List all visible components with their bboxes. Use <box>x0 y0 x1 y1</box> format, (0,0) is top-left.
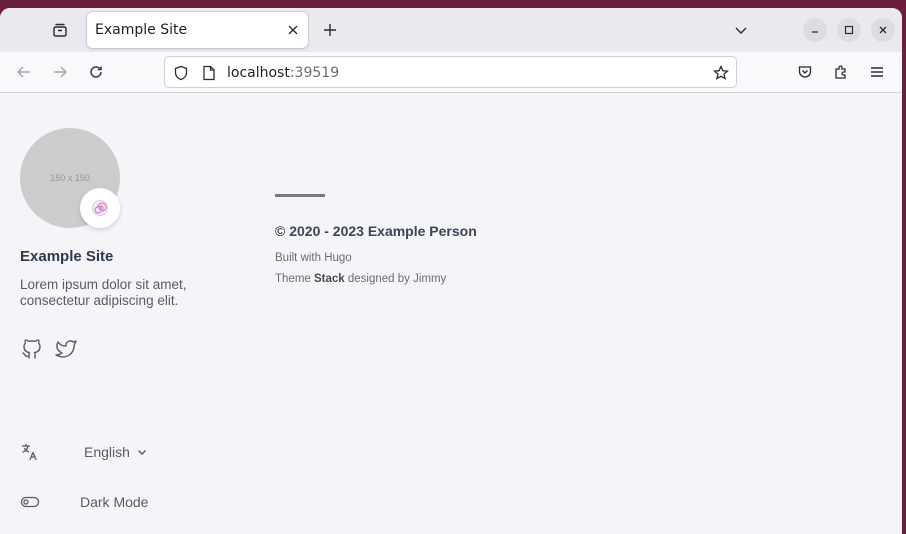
avatar-placeholder-text: 150 x 150 <box>50 173 90 183</box>
site-description: Lorem ipsum dolor sit amet, consectetur … <box>20 277 187 308</box>
dark-mode-label: Dark Mode <box>80 494 149 510</box>
maximize-button[interactable] <box>837 18 861 42</box>
github-icon[interactable] <box>20 337 46 363</box>
theme-suffix: designed by Jimmy <box>344 273 447 285</box>
page-icon[interactable] <box>199 63 219 83</box>
url-bar[interactable]: localhost:39519 <box>164 56 737 88</box>
language-selector[interactable]: English <box>20 442 147 462</box>
shield-icon[interactable] <box>171 63 191 83</box>
page-content: 150 x 150 Example Site Lorem ipsum dolor… <box>0 94 902 534</box>
minimize-button[interactable] <box>803 18 827 42</box>
menu-icon[interactable] <box>865 60 889 84</box>
browser-window: Example Site localhost:39519 150 x 150 E… <box>0 8 902 534</box>
translate-icon <box>20 442 40 462</box>
new-tab-icon[interactable] <box>318 18 342 42</box>
tab-example-site[interactable]: Example Site <box>87 12 308 48</box>
bookmark-star-icon[interactable] <box>711 63 731 83</box>
url-port: :39519 <box>289 65 340 81</box>
toggle-icon <box>20 492 40 512</box>
copyright-text: © 2020 - 2023 Example Person <box>275 223 477 239</box>
site-title[interactable]: Example Site <box>20 248 113 265</box>
twitter-icon[interactable] <box>54 337 80 363</box>
tab-title: Example Site <box>95 22 188 38</box>
close-icon[interactable] <box>283 20 303 40</box>
emoji-badge <box>80 188 120 228</box>
url-text[interactable]: localhost:39519 <box>227 65 339 81</box>
language-label: English <box>84 444 130 460</box>
back-icon[interactable] <box>12 60 36 84</box>
theme-credit-line: Theme Stack designed by Jimmy <box>275 273 446 285</box>
reload-icon[interactable] <box>84 60 108 84</box>
tab-overview-icon[interactable] <box>48 18 72 42</box>
dark-mode-toggle[interactable]: Dark Mode <box>20 492 148 512</box>
tab-strip: Example Site <box>0 8 902 52</box>
url-host: localhost <box>227 65 290 81</box>
chevron-down-icon <box>137 447 147 457</box>
built-with-text[interactable]: Built with Hugo <box>275 252 352 264</box>
list-all-tabs-icon[interactable] <box>729 18 753 42</box>
narutomaki-icon <box>92 200 108 216</box>
footer-divider <box>275 194 325 197</box>
theme-prefix: Theme <box>275 273 314 285</box>
built-with-line: Built with Hugo <box>275 252 352 264</box>
close-window-button[interactable] <box>871 18 895 42</box>
extensions-icon[interactable] <box>829 60 853 84</box>
pocket-icon[interactable] <box>793 60 817 84</box>
navigation-bar: localhost:39519 <box>0 52 902 93</box>
theme-name-link[interactable]: Stack <box>314 273 345 285</box>
forward-icon[interactable] <box>48 60 72 84</box>
